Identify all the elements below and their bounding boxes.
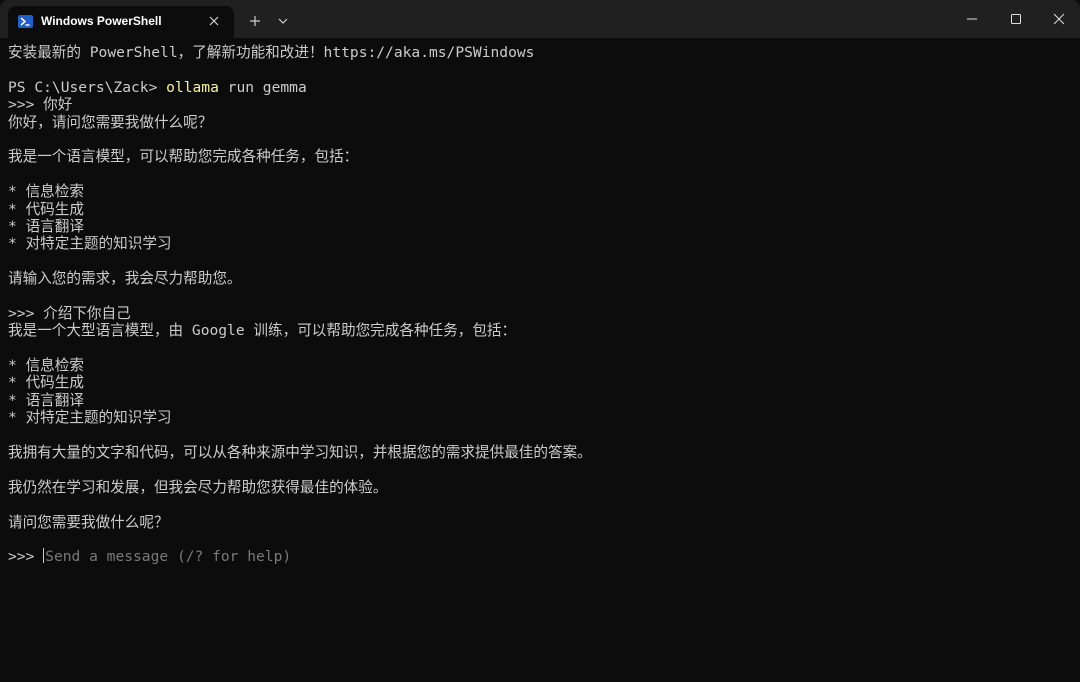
title-bar[interactable]: Windows PowerShell — [0, 0, 1080, 38]
output-line: 请输入您的需求，我会尽力帮助您。 — [8, 270, 242, 288]
output-line: * 语言翻译 — [8, 217, 84, 235]
command-line: PS C:\Users\Zack> ollama run gemma — [8, 79, 1072, 96]
output-line: 我仍然在学习和发展，但我会尽力帮助您获得最佳的体验。 — [8, 478, 388, 496]
output-line: >>> 介绍下你自己 — [8, 304, 131, 322]
input-line[interactable]: >>> Send a message (/? for help) — [8, 548, 1072, 565]
output-line: * 信息检索 — [8, 183, 84, 201]
output-line: * 代码生成 — [8, 374, 84, 392]
plus-icon — [250, 16, 260, 26]
tab-close-button[interactable] — [206, 12, 222, 30]
terminal-output[interactable]: 安装最新的 PowerShell，了解新功能和改进！https://aka.ms… — [8, 44, 1072, 674]
minimize-icon — [967, 18, 977, 20]
output-line: 请问您需要我做什么呢？ — [8, 513, 169, 531]
message-input-placeholder: Send a message (/? for help) — [45, 548, 292, 566]
tab-title: Windows PowerShell — [41, 14, 162, 28]
command-args: run gemma — [218, 78, 307, 96]
input-prompt: >>> — [8, 548, 44, 566]
output-line: * 代码生成 — [8, 200, 84, 218]
maximize-icon — [1011, 14, 1021, 24]
terminal-window: Windows PowerShell 安装最新的 PowerShell，了解新功… — [0, 0, 1080, 682]
output-line: 我拥有大量的文字和代码，可以从各种来源中学习知识，并根据您的需求提供最佳的答案。 — [8, 443, 592, 461]
banner-line: 安装最新的 PowerShell，了解新功能和改进！https://aka.ms… — [8, 44, 535, 61]
tab-dropdown-button[interactable] — [274, 12, 292, 30]
new-tab-button[interactable] — [244, 10, 266, 32]
close-icon — [209, 16, 219, 26]
output-line: 我是一个语言模型，可以帮助您完成各种任务，包括： — [8, 148, 359, 166]
output-line: >>> 你好 — [8, 96, 73, 114]
minimize-button[interactable] — [949, 0, 995, 38]
tab-powershell[interactable]: Windows PowerShell — [8, 6, 234, 38]
output-line: * 信息检索 — [8, 357, 84, 375]
output-line: 我是一个大型语言模型，由 Google 训练，可以帮助您完成各种任务，包括： — [8, 322, 517, 340]
powershell-icon — [18, 15, 33, 28]
maximize-button[interactable] — [993, 0, 1039, 38]
text-cursor — [43, 548, 45, 564]
output-line: * 对特定主题的知识学习 — [8, 235, 172, 253]
output-line: * 语言翻译 — [8, 391, 84, 409]
command-name: ollama — [166, 78, 219, 96]
chevron-down-icon — [278, 18, 288, 24]
close-icon — [1053, 13, 1065, 25]
output-lines: >>> 你好 你好，请问您需要我做什么呢？ 我是一个语言模型，可以帮助您完成各种任务… — [8, 96, 1072, 548]
output-line: * 对特定主题的知识学习 — [8, 409, 172, 427]
prompt: PS C:\Users\Zack> — [8, 78, 167, 96]
output-line: 你好，请问您需要我做什么呢？ — [8, 113, 213, 131]
close-button[interactable] — [1036, 0, 1080, 38]
